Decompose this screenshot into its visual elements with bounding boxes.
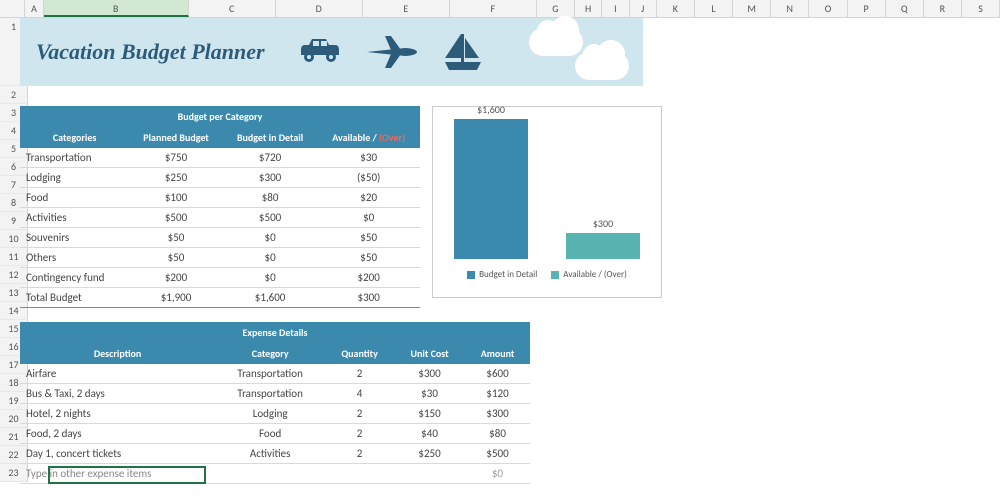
budget-table-title: Budget per Category <box>20 106 420 127</box>
col-amount[interactable]: Amount <box>465 343 530 364</box>
col-header-G[interactable]: G <box>537 0 575 17</box>
budget-table[interactable]: Budget per Category Categories Planned B… <box>20 106 420 308</box>
legend-swatch-icon <box>467 271 475 279</box>
car-icon <box>295 32 345 64</box>
budget-chart[interactable]: $1,600 $300 Budget in Detail Available /… <box>432 106 662 298</box>
chart-legend: Budget in Detail Available / (Over) <box>441 269 653 280</box>
table-row[interactable]: Activities$500$500$0 <box>20 208 420 228</box>
col-header-K[interactable]: K <box>657 0 695 17</box>
col-header-I[interactable]: I <box>602 0 629 17</box>
col-header-C[interactable]: C <box>189 0 276 17</box>
col-header-H[interactable]: H <box>575 0 602 17</box>
table-row[interactable]: Day 1, concert ticketsActivities2$250$50… <box>20 444 530 464</box>
table-row[interactable]: Transportation$750$720$30 <box>20 148 420 168</box>
col-detail[interactable]: Budget in Detail <box>223 127 318 148</box>
table-row[interactable]: Contingency fund$200$0$200 <box>20 268 420 288</box>
table-row[interactable]: Food$100$80$20 <box>20 188 420 208</box>
table-row[interactable]: Others$50$0$50 <box>20 248 420 268</box>
table-row[interactable]: Hotel, 2 nightsLodging2$150$300 <box>20 404 530 424</box>
col-unitcost[interactable]: Unit Cost <box>394 343 465 364</box>
chart-bars: $1,600 $300 <box>441 115 653 259</box>
row-header-2[interactable]: 2 <box>0 86 28 104</box>
plane-icon <box>363 32 423 68</box>
title-banner: Vacation Budget Planner <box>20 18 643 86</box>
page-title: Vacation Budget Planner <box>36 39 265 65</box>
column-headers[interactable]: ABCDEFGHIJKLMNOPQRS <box>0 0 1000 18</box>
cloud-icon <box>575 52 629 80</box>
col-header-B[interactable]: B <box>44 0 189 17</box>
col-planned[interactable]: Planned Budget <box>129 127 223 148</box>
expense-table-title: Expense Details <box>20 322 530 343</box>
bar-budget-detail: $1,600 <box>454 119 528 259</box>
col-header-O[interactable]: O <box>809 0 847 17</box>
col-header-N[interactable]: N <box>771 0 809 17</box>
table-row[interactable]: Bus & Taxi, 2 daysTransportation4$30$120 <box>20 384 530 404</box>
col-header-L[interactable]: L <box>695 0 733 17</box>
bar-available: $300 <box>566 233 640 259</box>
table-row[interactable]: AirfareTransportation2$300$600 <box>20 364 530 384</box>
table-row[interactable]: Lodging$250$300($50) <box>20 168 420 188</box>
table-row[interactable]: Souvenirs$50$0$50 <box>20 228 420 248</box>
col-categories[interactable]: Categories <box>20 127 129 148</box>
col-header-R[interactable]: R <box>924 0 962 17</box>
banner-icons <box>295 32 485 72</box>
table-row[interactable]: Food, 2 daysFood2$40$80 <box>20 424 530 444</box>
col-header-J[interactable]: J <box>630 0 657 17</box>
col-header-S[interactable]: S <box>962 0 1000 17</box>
col-quantity[interactable]: Quantity <box>325 343 394 364</box>
expense-table[interactable]: Expense Details Description Category Qua… <box>20 322 530 484</box>
col-category[interactable]: Category <box>215 343 325 364</box>
col-header-P[interactable]: P <box>848 0 886 17</box>
col-header-Q[interactable]: Q <box>886 0 924 17</box>
col-avail[interactable]: Available / (Over) <box>317 127 420 148</box>
col-header-F[interactable]: F <box>450 0 537 17</box>
placeholder-row[interactable]: Type in other expense items$0 <box>20 464 530 484</box>
col-header-A[interactable]: A <box>25 0 43 17</box>
sailboat-icon <box>441 32 485 72</box>
col-header-D[interactable]: D <box>276 0 363 17</box>
cloud-icon <box>529 28 583 56</box>
select-all-corner[interactable] <box>0 0 25 17</box>
total-row[interactable]: Total Budget$1,900$1,600$300 <box>20 288 420 308</box>
legend-swatch-icon <box>551 271 559 279</box>
col-header-M[interactable]: M <box>733 0 771 17</box>
col-description[interactable]: Description <box>20 343 215 364</box>
col-header-E[interactable]: E <box>363 0 450 17</box>
